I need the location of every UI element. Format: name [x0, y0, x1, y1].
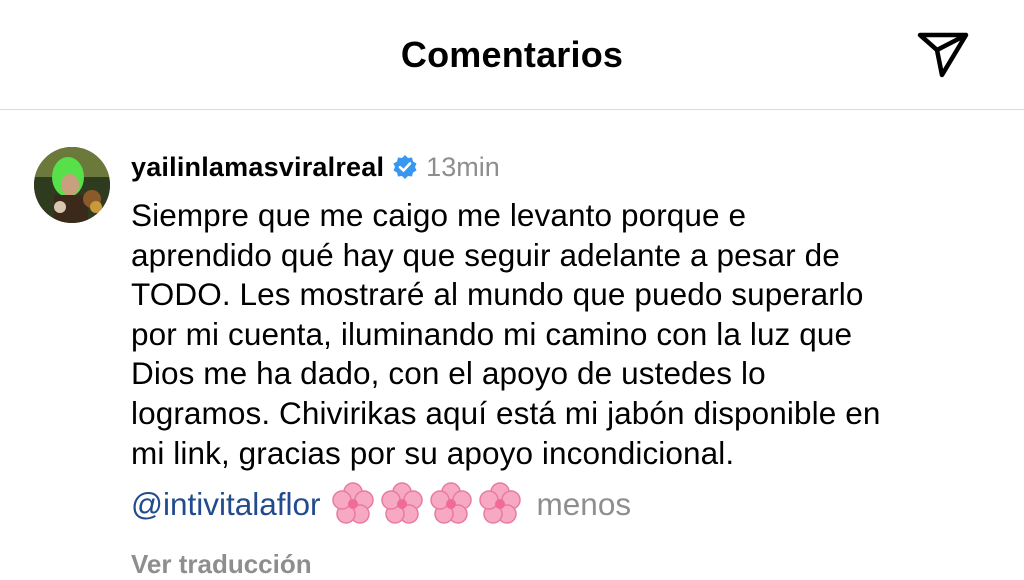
mention-row: @intivitalaflor menos	[131, 481, 1011, 527]
show-less-link[interactable]: menos	[537, 486, 632, 523]
timestamp: 13min	[426, 151, 500, 182]
paper-plane-icon[interactable]	[914, 27, 972, 81]
comment-line: aprendido qué hay que seguir adelante a …	[131, 236, 840, 273]
comment-line: logramos. Chivirikas aquí está mi jabón …	[131, 394, 881, 431]
comment-text: Siempre que me caigo me levanto porque e…	[131, 196, 1011, 473]
emoji-group	[331, 482, 527, 526]
cherry-blossom-icon	[429, 482, 473, 526]
cherry-blossom-icon	[478, 482, 522, 526]
comment-line: mi link, gracias por su apoyo incondicio…	[131, 434, 735, 471]
comment: yailinlamasviralreal 13min Siempre que m…	[131, 148, 1011, 580]
avatar[interactable]	[34, 147, 110, 223]
username[interactable]: yailinlamasviralreal	[131, 152, 384, 183]
see-translation-link[interactable]: Ver traducción	[131, 549, 1011, 580]
comment-line: por mi cuenta, iluminando mi camino con …	[131, 315, 853, 352]
comment-meta: yailinlamasviralreal 13min	[131, 148, 1011, 186]
comment-line: Siempre que me caigo me levanto porque e	[131, 197, 747, 233]
cherry-blossom-icon	[331, 482, 375, 526]
cherry-blossom-icon	[380, 482, 424, 526]
comments-header: Comentarios	[0, 0, 1024, 110]
comment-line: Dios me ha dado, con el apoyo de ustedes…	[131, 355, 766, 392]
page-title: Comentarios	[400, 34, 624, 75]
mention-link[interactable]: @intivitalaflor	[131, 486, 321, 523]
verified-badge-icon	[392, 154, 418, 180]
comment-line: TODO. Les mostraré al mundo que puedo su…	[131, 276, 864, 313]
